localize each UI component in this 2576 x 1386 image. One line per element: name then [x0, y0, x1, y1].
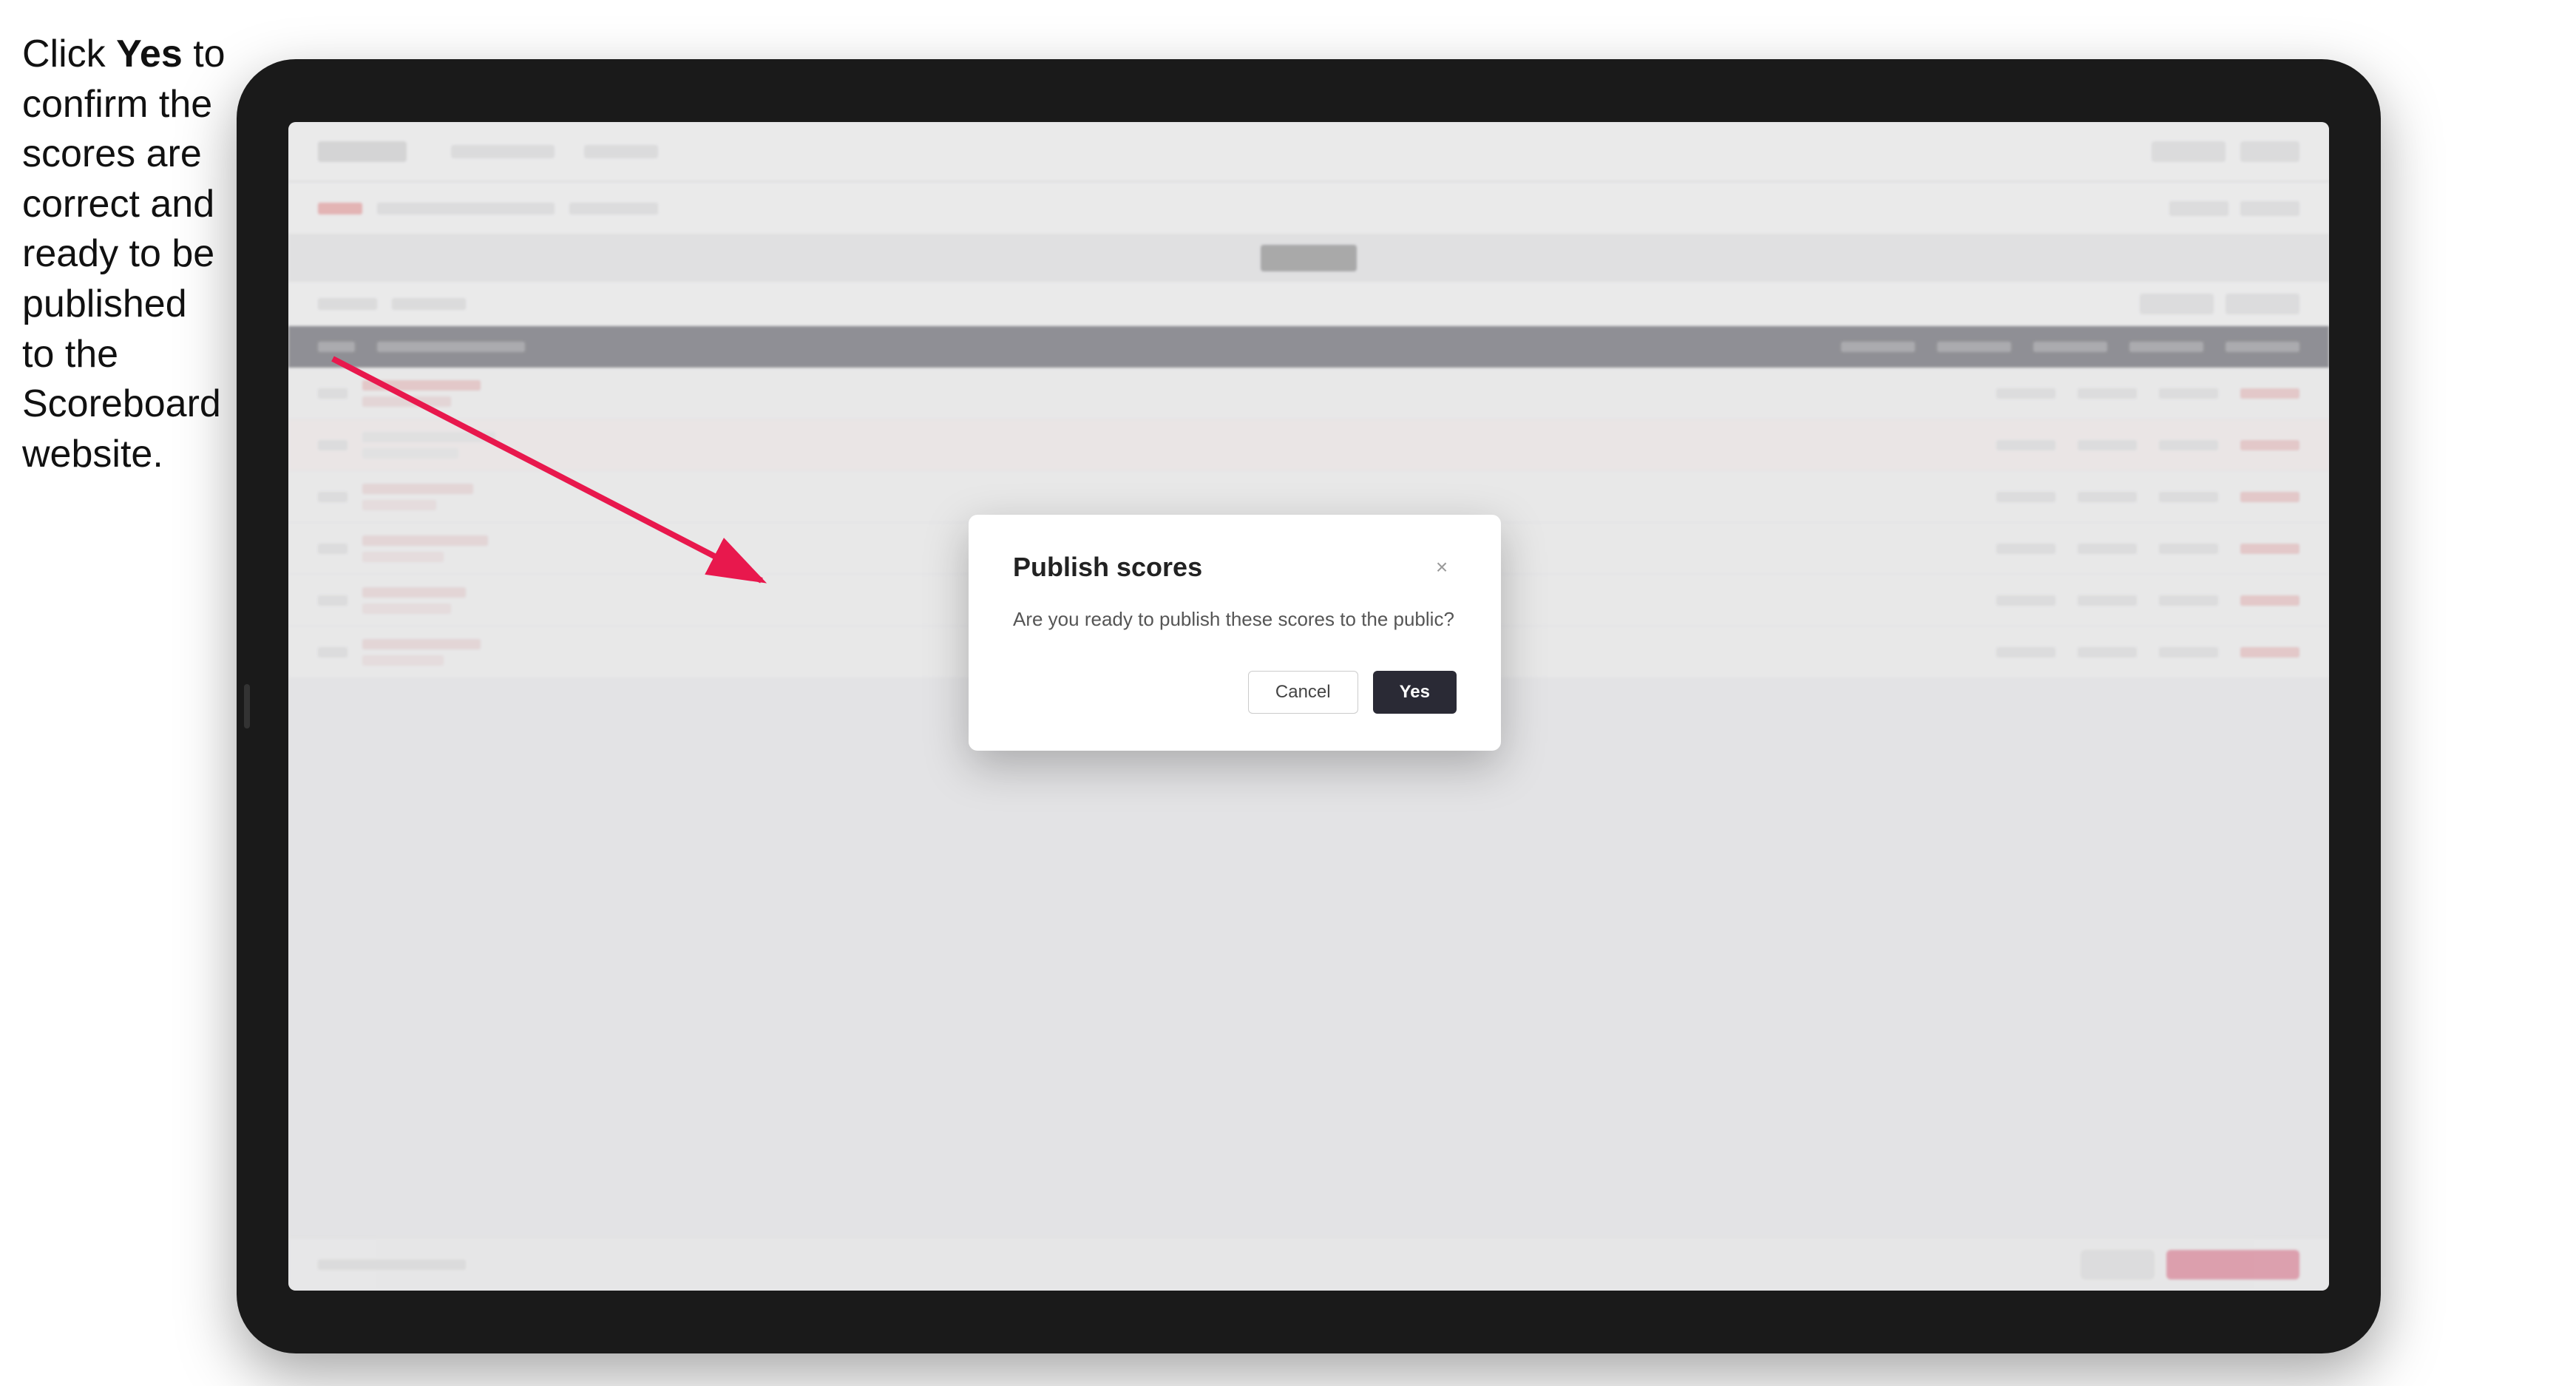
modal-body-text: Are you ready to publish these scores to… [1013, 605, 1457, 634]
yes-button[interactable]: Yes [1373, 671, 1457, 714]
modal-close-button[interactable]: × [1427, 552, 1457, 582]
instruction-suffix: to confirm the scores are correct and re… [22, 33, 226, 476]
instruction-text: Click Yes to confirm the scores are corr… [22, 30, 229, 479]
modal-dialog: Publish scores × Are you ready to publis… [969, 515, 1501, 751]
modal-footer: Cancel Yes [1013, 671, 1457, 714]
instruction-bold: Yes [116, 33, 183, 75]
instruction-prefix: Click [22, 33, 116, 75]
modal-header: Publish scores × [1013, 552, 1457, 583]
tablet-device: Publish scores × Are you ready to publis… [237, 59, 2381, 1353]
modal-overlay: Publish scores × Are you ready to publis… [288, 122, 2329, 1291]
tablet-side-button [244, 684, 250, 729]
modal-title: Publish scores [1013, 552, 1202, 583]
cancel-button[interactable]: Cancel [1248, 671, 1358, 714]
tablet-screen: Publish scores × Are you ready to publis… [288, 122, 2329, 1291]
